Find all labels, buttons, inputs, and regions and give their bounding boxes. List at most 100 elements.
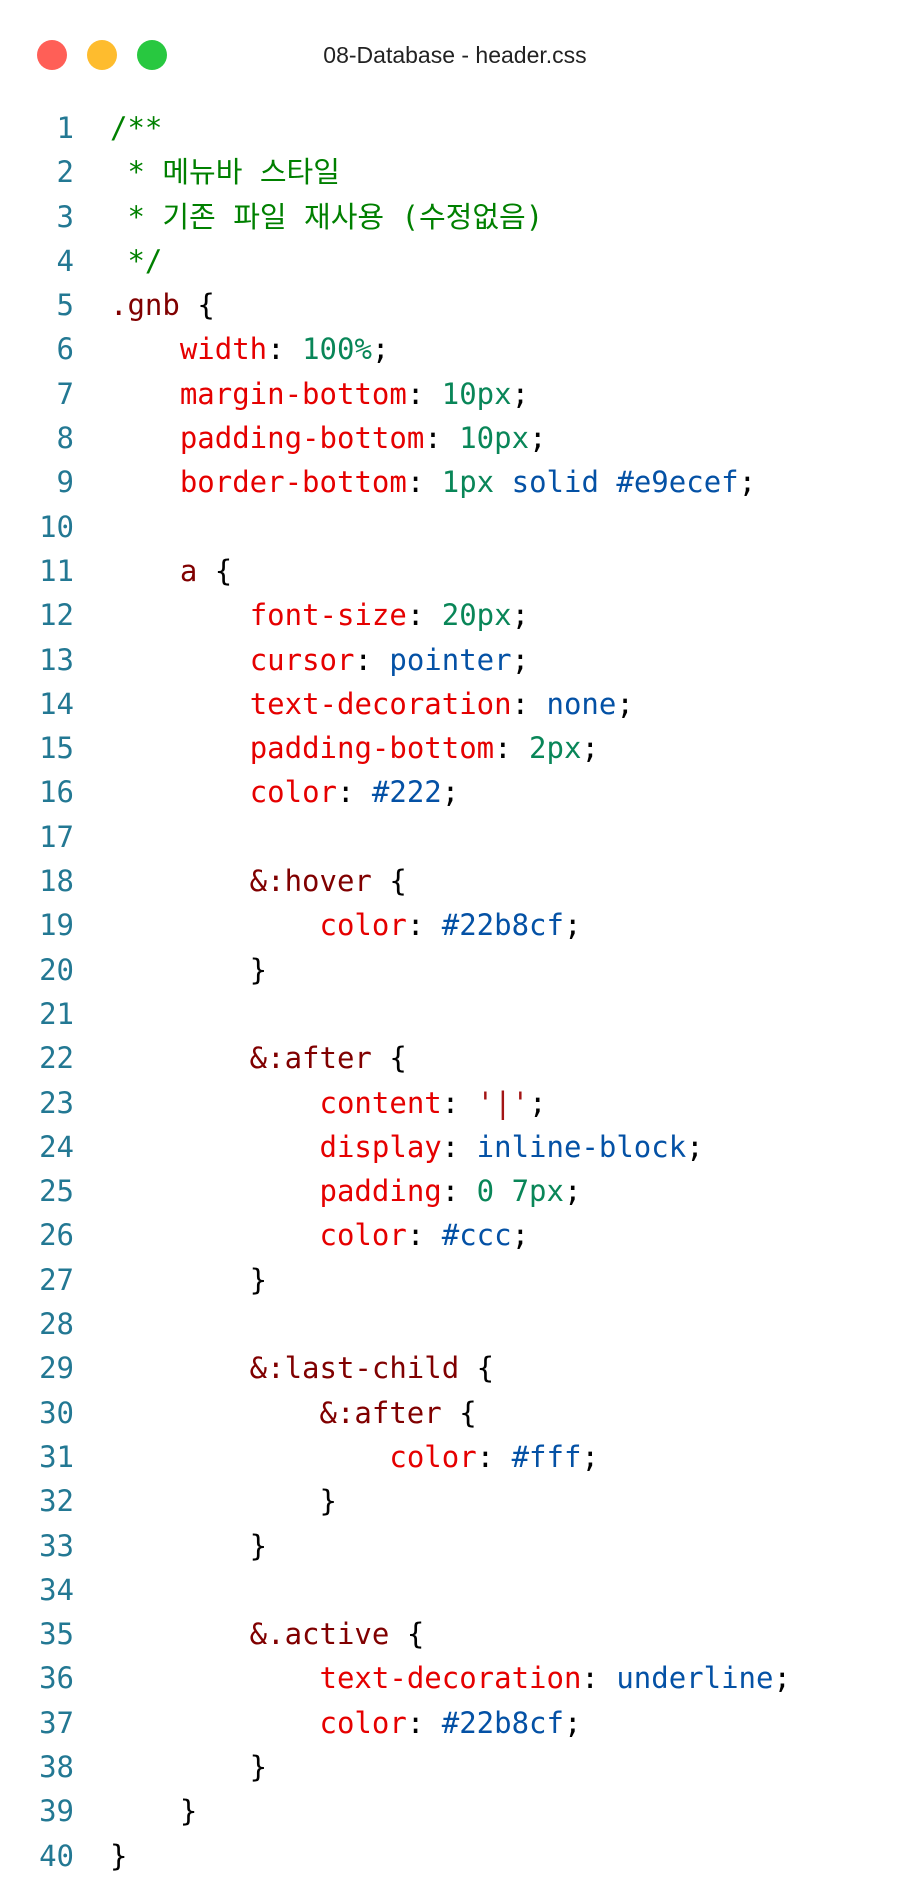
code-token: : (441, 1174, 477, 1209)
code-text: * 메뉴바 스타일 (110, 150, 340, 194)
code-line: 1 /** (0, 106, 910, 150)
code-token: padding-bottom (249, 731, 495, 766)
code-text: } (110, 1834, 127, 1878)
line-number: 3 (56, 199, 74, 234)
line-number: 40 (39, 1838, 74, 1873)
code-token: : (406, 376, 442, 411)
code-token: : (441, 1085, 477, 1120)
code-token: : (441, 1129, 477, 1164)
code-token: color (319, 908, 407, 943)
code-token: color (389, 1439, 477, 1474)
code-line: 31 color: #fff; (0, 1435, 910, 1479)
code-token: : (406, 465, 442, 500)
code-token: : (476, 1439, 512, 1474)
code-line: 9 border-bottom: 1px solid #e9ecef; (0, 460, 910, 504)
code-token: } (110, 1749, 268, 1784)
code-token: #fff (511, 1439, 582, 1474)
code-line: 13 cursor: pointer; (0, 638, 910, 682)
code-text: width: 100%; (110, 327, 390, 371)
code-token: } (110, 1838, 128, 1873)
code-token: ; (529, 1085, 547, 1120)
code-token: { (476, 1351, 495, 1386)
code-token: underline (616, 1661, 774, 1696)
code-token: pointer (389, 642, 512, 677)
code-line: 16 color: #222; (0, 770, 910, 814)
window-titlebar: 08-Database - header.css (0, 0, 910, 106)
code-line: 30 &:after { (0, 1391, 910, 1435)
code-token: } (110, 952, 268, 987)
code-token: #22b8cf (441, 1705, 564, 1740)
code-text: text-decoration: underline; (110, 1656, 791, 1700)
code-token: * 기존 파일 재사용 (수정없음) (110, 199, 544, 234)
line-number: 2 (56, 155, 74, 190)
code-text: padding-bottom: 2px; (110, 726, 599, 770)
code-token: width (179, 332, 268, 367)
code-token: { (214, 553, 233, 588)
code-token: { (406, 1617, 425, 1652)
code-line: 10 (0, 505, 910, 549)
code-line: 21 (0, 992, 910, 1036)
code-line: 4 */ (0, 239, 910, 283)
code-text: * 기존 파일 재사용 (수정없음) (110, 195, 543, 239)
code-token: : (354, 642, 390, 677)
line-number: 36 (39, 1661, 74, 1696)
line-number: 29 (39, 1351, 74, 1386)
line-number: 22 (39, 1041, 74, 1076)
line-number: 11 (39, 553, 74, 588)
code-token: ; (616, 686, 634, 721)
code-line: 7 margin-bottom: 10px; (0, 372, 910, 416)
code-token: /** (110, 111, 163, 145)
code-token: &:after (110, 1041, 390, 1076)
code-token: text-decoration (249, 686, 512, 721)
line-number: 34 (39, 1572, 74, 1607)
code-text: border-bottom: 1px solid #e9ecef; (110, 460, 756, 504)
code-line: 11 a { (0, 549, 910, 593)
code-line: 35 &.active { (0, 1612, 910, 1656)
code-text: a { (110, 549, 232, 593)
code-token: #22b8cf (441, 908, 564, 943)
code-text: color: #222; (110, 770, 460, 814)
code-token: solid (511, 465, 599, 500)
line-number: 39 (39, 1794, 74, 1829)
code-text: cursor: pointer; (110, 638, 529, 682)
line-number: 38 (39, 1749, 74, 1784)
code-token: : (406, 1218, 442, 1253)
code-line: 15 padding-bottom: 2px; (0, 726, 910, 770)
code-line: 27 } (0, 1258, 910, 1302)
code-line: 19 color: #22b8cf; (0, 903, 910, 947)
code-text: display: inline-block; (110, 1125, 704, 1169)
code-token: ; (563, 1705, 582, 1740)
code-line: 28 (0, 1302, 910, 1346)
code-token: 20px (441, 598, 512, 633)
code-text: .gnb { (110, 283, 215, 327)
code-token: &.active (110, 1617, 407, 1652)
code-editor[interactable]: 1/** 2 * 메뉴바 스타일 3 * 기존 파일 재사용 (수정없음) 4 */5… (0, 106, 910, 1878)
code-token: */ (110, 243, 163, 278)
code-token: * 메뉴바 스타일 (110, 155, 340, 190)
code-token: : (406, 908, 442, 943)
code-token: .gnb (110, 288, 198, 323)
code-token: text-decoration (319, 1661, 582, 1696)
line-number: 7 (56, 376, 74, 411)
line-number: 14 (39, 686, 74, 721)
code-token: ; (371, 332, 390, 367)
code-token: : (406, 598, 442, 633)
code-line: 20 } (0, 948, 910, 992)
code-token: ; (581, 1439, 599, 1474)
code-token: } (110, 1262, 268, 1297)
code-token: ; (511, 598, 530, 633)
code-token: : (406, 1705, 442, 1740)
code-line: 3 * 기존 파일 재사용 (수정없음) (0, 195, 910, 239)
code-text: } (110, 1479, 337, 1523)
code-text: &:last-child { (110, 1346, 494, 1390)
code-token: ; (581, 731, 599, 766)
line-number: 5 (56, 288, 74, 323)
code-token: content (319, 1085, 442, 1120)
code-line: 24 display: inline-block; (0, 1125, 910, 1169)
